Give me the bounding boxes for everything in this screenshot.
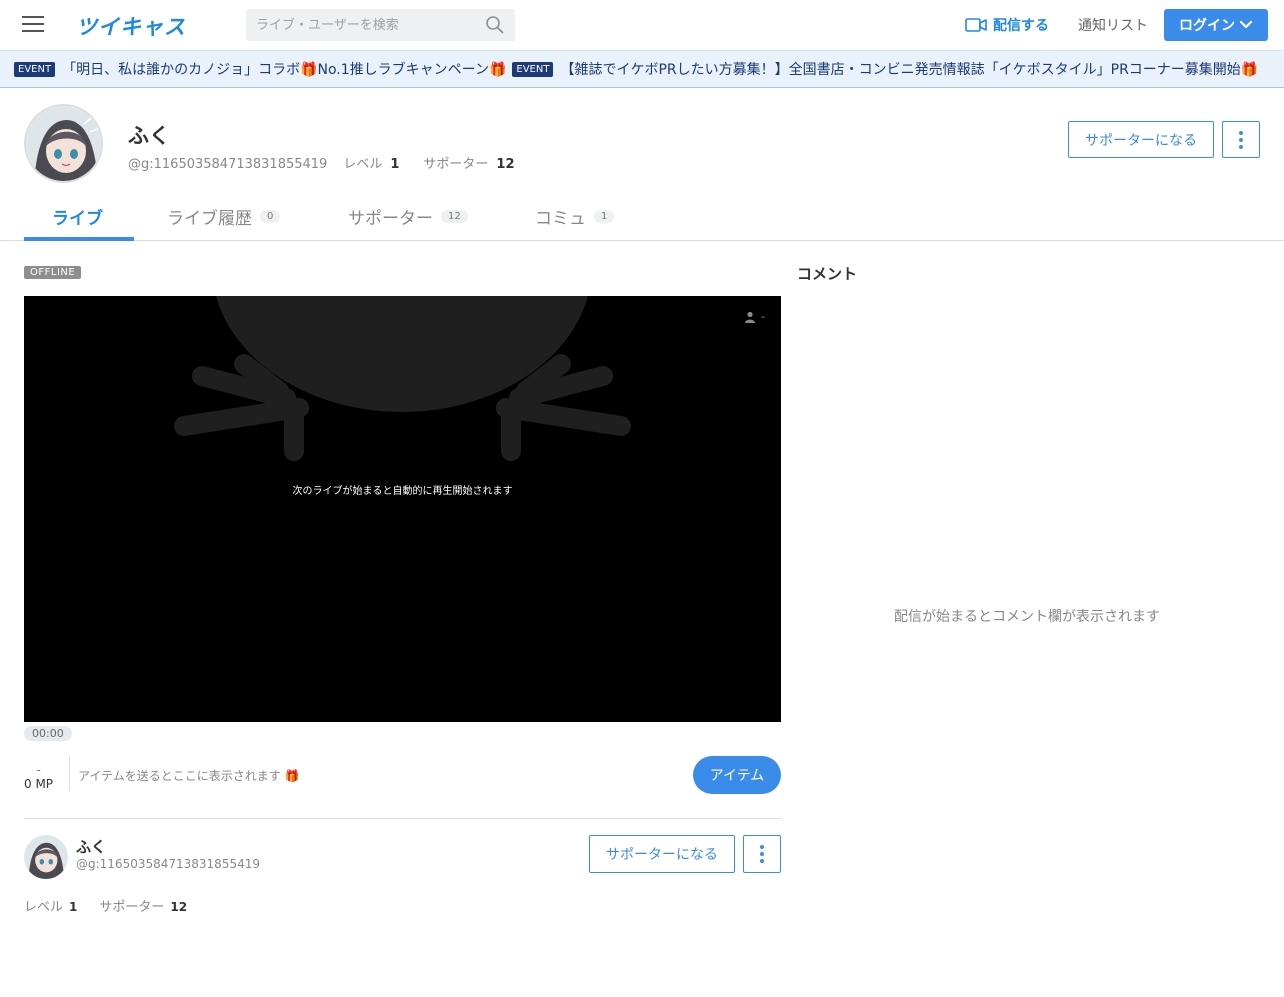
person-icon bbox=[745, 311, 756, 323]
tab-label: ライブ履歴 bbox=[167, 209, 252, 229]
profile-tabs: ライブ ライブ履歴 0 サポーター 12 コミュ 1 bbox=[0, 196, 1284, 241]
tab-live-history[interactable]: ライブ履歴 0 bbox=[167, 204, 281, 229]
viewer-count: - bbox=[744, 310, 765, 323]
tab-community[interactable]: コミュ 1 bbox=[535, 204, 615, 229]
event-badge: EVENT bbox=[512, 61, 554, 77]
item-message: アイテムを送るとここに表示されます 🎁 bbox=[78, 769, 300, 783]
level-value: 1 bbox=[390, 157, 400, 172]
event-banner: EVENT 「明日、私は誰かのカノジョ」コラボ🎁No.1推しラブキャンペーン🎁 … bbox=[0, 50, 1284, 88]
profile-user-id: @g:116503584713831855419 bbox=[128, 157, 328, 172]
active-tab-indicator bbox=[24, 237, 134, 241]
search-icon[interactable] bbox=[485, 15, 505, 35]
event-badge: EVENT bbox=[14, 61, 56, 77]
tab-label: ライブ bbox=[52, 209, 103, 229]
tab-label: サポーター bbox=[348, 209, 433, 229]
login-button[interactable]: ログイン bbox=[1164, 9, 1268, 41]
level-label: レベル bbox=[343, 157, 383, 172]
logo[interactable]: ツイキャス bbox=[76, 11, 186, 41]
profile-user-id: @g:116503584713831855419 bbox=[76, 857, 260, 871]
mp-value: 0 MP bbox=[24, 777, 54, 791]
menu-icon[interactable] bbox=[22, 16, 44, 34]
supporters-value: 12 bbox=[170, 900, 188, 914]
search-box bbox=[246, 9, 515, 41]
header: ツイキャス 配信する 通知リスト ログイン bbox=[0, 0, 1284, 50]
tab-count: 1 bbox=[594, 210, 615, 223]
time-badge: 00:00 bbox=[24, 726, 72, 741]
video-camera-icon bbox=[965, 18, 987, 32]
tab-live[interactable]: ライブ bbox=[52, 204, 103, 229]
tab-count: 12 bbox=[441, 210, 468, 223]
login-label: ログイン bbox=[1179, 18, 1235, 34]
supporters-label: サポーター bbox=[423, 157, 489, 172]
broadcast-button[interactable]: 配信する bbox=[965, 15, 1049, 35]
video-player[interactable]: - 次のライブが始まると自動的に再生開始されます bbox=[24, 296, 781, 722]
level-value: 1 bbox=[69, 900, 78, 914]
become-supporter-button[interactable]: サポーターになる bbox=[589, 835, 735, 873]
player-message: 次のライブが始まると自動的に再生開始されます bbox=[292, 486, 513, 497]
avatar[interactable] bbox=[24, 835, 68, 879]
supporters-value: 12 bbox=[496, 157, 515, 172]
divider bbox=[69, 756, 70, 791]
notify-list-link[interactable]: 通知リスト bbox=[1078, 15, 1148, 35]
divider bbox=[24, 818, 781, 819]
more-options-icon[interactable] bbox=[1222, 121, 1260, 158]
search-input[interactable] bbox=[246, 9, 476, 41]
avatar[interactable] bbox=[24, 104, 103, 183]
avatar-image bbox=[24, 835, 68, 879]
chevron-down-icon bbox=[1239, 20, 1253, 29]
tab-supporters[interactable]: サポーター 12 bbox=[348, 204, 468, 229]
item-button[interactable]: アイテム bbox=[693, 756, 781, 794]
profile-meta: レベル 1 サポーター 12 bbox=[24, 896, 203, 915]
profile-meta: @g:116503584713831855419 レベル 1 サポーター 12 bbox=[128, 153, 531, 172]
offline-mascot-icon bbox=[174, 296, 631, 461]
comments-title: コメント bbox=[797, 265, 858, 283]
supporters-label: サポーター bbox=[99, 900, 165, 915]
status-badge: OFFLINE bbox=[24, 266, 82, 279]
tab-count: 0 bbox=[260, 210, 281, 223]
avatar-image bbox=[26, 106, 101, 181]
event-link[interactable]: 「明日、私は誰かのカノジョ」コラボ🎁No.1推しラブキャンペーン🎁 bbox=[62, 59, 506, 79]
level-label: レベル bbox=[24, 900, 64, 915]
broadcast-label: 配信する bbox=[993, 18, 1049, 34]
profile-name: ふく bbox=[76, 838, 107, 856]
tab-label: コミュ bbox=[535, 209, 586, 229]
profile-name: ふく bbox=[128, 124, 170, 148]
event-link[interactable]: 【雑誌でイケボPRしたい方募集！】全国書店・コンビニ発売情報誌「イケボスタイル」… bbox=[560, 59, 1258, 79]
mp-counter: - 0 MP bbox=[24, 763, 53, 791]
become-supporter-button[interactable]: サポーターになる bbox=[1068, 121, 1214, 158]
mp-dash: - bbox=[36, 763, 41, 777]
more-options-icon[interactable] bbox=[743, 835, 781, 873]
viewer-count-value: - bbox=[761, 310, 765, 323]
comments-empty-message: 配信が始まるとコメント欄が表示されます bbox=[894, 609, 1160, 625]
